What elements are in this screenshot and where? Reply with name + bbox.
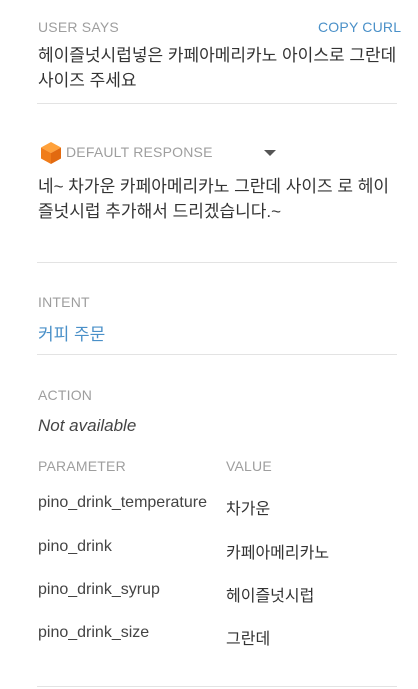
default-response-label: DEFAULT RESPONSE: [66, 144, 213, 160]
parameter-header: PARAMETER: [38, 458, 126, 474]
parameter-value: 카페아메리카노: [226, 545, 330, 562]
parameter-name: pino_drink_size: [38, 624, 150, 641]
divider: [37, 262, 397, 263]
default-response-text: 네~ 차가운 카페아메리카노 그란데 사이즈 로 헤이즐넛시럽 추가해서 드리겠…: [38, 177, 390, 221]
parameter-value: 헤이즐넛시럽: [226, 588, 315, 605]
parameter-name: pino_drink: [38, 538, 112, 555]
copy-curl-link[interactable]: COPY CURL: [318, 19, 401, 35]
parameter-value: 차가운: [226, 501, 271, 518]
parameter-name: pino_drink_temperature: [38, 494, 207, 511]
intent-value[interactable]: 커피 주문: [38, 320, 105, 345]
intent-label: INTENT: [38, 294, 90, 310]
parameter-name: pino_drink_syrup: [38, 581, 160, 598]
chevron-down-icon[interactable]: [264, 150, 276, 156]
divider: [37, 354, 397, 355]
divider: [37, 686, 397, 687]
value-header: VALUE: [226, 458, 272, 474]
divider: [37, 103, 397, 104]
action-value: Not available: [38, 416, 137, 435]
action-label: ACTION: [38, 387, 93, 403]
user-says-label: USER SAYS: [38, 19, 119, 35]
user-says-text: 헤이즐넛시럽넣은 카페아메리카노 아이스로 그란데사이즈 주세요: [38, 46, 397, 90]
cube-icon: [40, 141, 62, 165]
parameter-value: 그란데: [226, 631, 271, 648]
